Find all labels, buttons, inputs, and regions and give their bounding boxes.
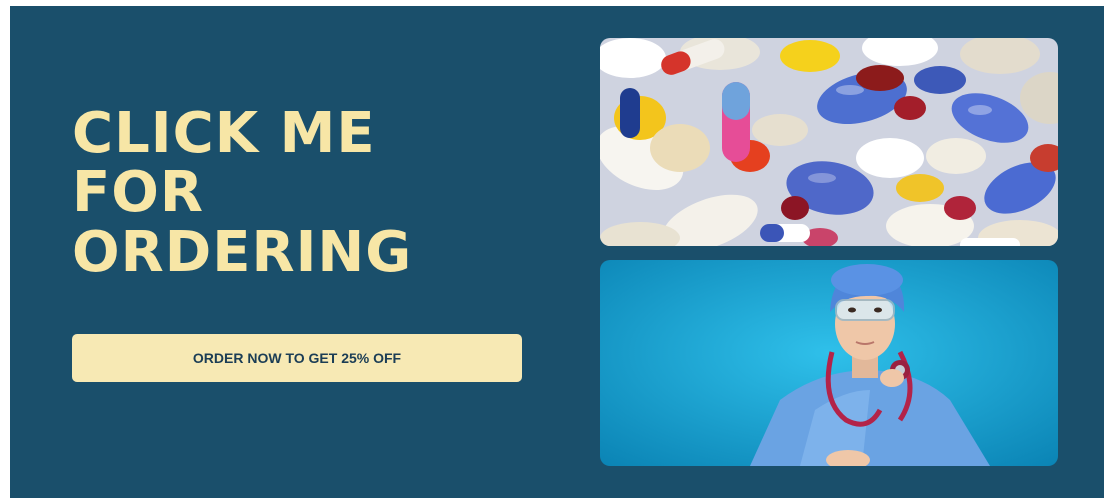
headline-line-2: FOR: [72, 160, 204, 226]
headline-line-1: CLICK ME: [72, 101, 376, 166]
pills-image: [600, 38, 1058, 246]
headline: CLICK ME FOR ORDERING: [72, 104, 552, 282]
ad-banner[interactable]: CLICK ME FOR ORDERING ORDER NOW TO GET 2…: [10, 6, 1104, 498]
headline-line-3: ORDERING: [72, 219, 413, 285]
order-now-button[interactable]: ORDER NOW TO GET 25% OFF: [72, 334, 522, 382]
pills-photo: [600, 38, 1058, 246]
nurse-image: [600, 260, 1058, 466]
nurse-photo: [600, 260, 1058, 466]
